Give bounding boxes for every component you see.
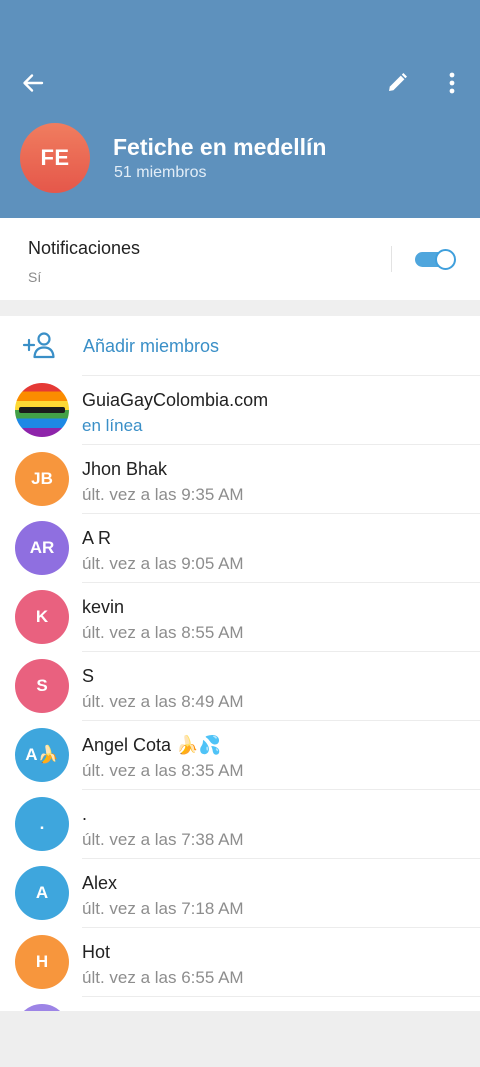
notifications-label: Notificaciones [28, 238, 141, 258]
member-status: últ. vez a las 9:35 AM [82, 485, 244, 504]
member-status: últ. vez a las 9:05 AM [82, 554, 244, 573]
section-gap [0, 300, 480, 316]
avatar [15, 383, 69, 437]
member-name: Hot [82, 942, 111, 962]
notifications-toggle[interactable] [415, 249, 457, 270]
member-status: en línea [82, 416, 143, 435]
members-list: Añadir miembros GuiaGayColombia.com en l… [0, 316, 480, 1011]
member-row-hot[interactable]: H Hot últ. vez a las 6:55 AM [0, 928, 480, 997]
member-status: últ. vez a las 8:49 AM [82, 692, 244, 711]
member-row-alex[interactable]: A Alex últ. vez a las 7:18 AM [0, 859, 480, 928]
member-status: últ. vez a las 6:55 AM [82, 968, 244, 987]
avatar: S [15, 659, 69, 713]
bottom-area [0, 1011, 480, 1067]
group-avatar[interactable]: FE [20, 123, 90, 193]
member-row-kevin[interactable]: K kevin últ. vez a las 8:55 AM [0, 583, 480, 652]
more-options-button[interactable] [433, 64, 471, 102]
group-title: Fetiche en medellín [113, 134, 327, 160]
member-name: Jhon Bhak [82, 459, 168, 479]
member-status: últ. vez a las 7:38 AM [82, 830, 244, 849]
divider [391, 246, 392, 272]
member-name: GuiaGayColombia.com [82, 390, 269, 410]
toggle-knob [435, 249, 456, 270]
avatar: A🍌 [15, 728, 69, 782]
member-status: últ. vez a las 8:35 AM [82, 761, 244, 780]
add-members-label: Añadir miembros [83, 336, 220, 356]
edit-button[interactable] [378, 64, 416, 102]
notifications-row[interactable]: Notificaciones Sí [0, 218, 480, 300]
member-name: . [82, 804, 88, 824]
avatar: JB [15, 452, 69, 506]
member-name: S [82, 666, 95, 686]
add-user-icon [22, 332, 55, 359]
member-row-jhon-bhak[interactable]: JB Jhon Bhak últ. vez a las 9:35 AM [0, 445, 480, 514]
avatar: A [15, 866, 69, 920]
member-name: kevin [82, 597, 125, 617]
pencil-icon [389, 73, 407, 91]
member-row-partial[interactable] [0, 997, 480, 1011]
notifications-value: Sí [28, 269, 42, 285]
avatar: K [15, 590, 69, 644]
avatar: AR [15, 521, 69, 575]
member-status: últ. vez a las 8:55 AM [82, 623, 244, 642]
logo-band [19, 407, 65, 413]
member-name: Angel Cota 🍌💦 [82, 735, 221, 755]
group-header: FE Fetiche en medellín 51 miembros [0, 0, 480, 218]
member-row-a-r[interactable]: AR A R últ. vez a las 9:05 AM [0, 514, 480, 583]
avatar [15, 1004, 69, 1011]
back-arrow-icon [23, 74, 44, 92]
member-status: últ. vez a las 7:18 AM [82, 899, 244, 918]
member-row-angel-cota[interactable]: A🍌 Angel Cota 🍌💦 últ. vez a las 8:35 AM [0, 721, 480, 790]
member-count: 51 miembros [114, 164, 207, 181]
member-row-s[interactable]: S S últ. vez a las 8:49 AM [0, 652, 480, 721]
add-members-button[interactable]: Añadir miembros [0, 316, 480, 376]
back-button[interactable] [14, 64, 52, 102]
avatar: H [15, 935, 69, 989]
avatar: . [15, 797, 69, 851]
member-row-dot[interactable]: . . últ. vez a las 7:38 AM [0, 790, 480, 859]
member-row-guiagaycolombia[interactable]: GuiaGayColombia.com en línea [0, 376, 480, 445]
more-vertical-icon [449, 72, 455, 94]
member-name: Alex [82, 873, 118, 893]
member-name: A R [82, 528, 112, 548]
